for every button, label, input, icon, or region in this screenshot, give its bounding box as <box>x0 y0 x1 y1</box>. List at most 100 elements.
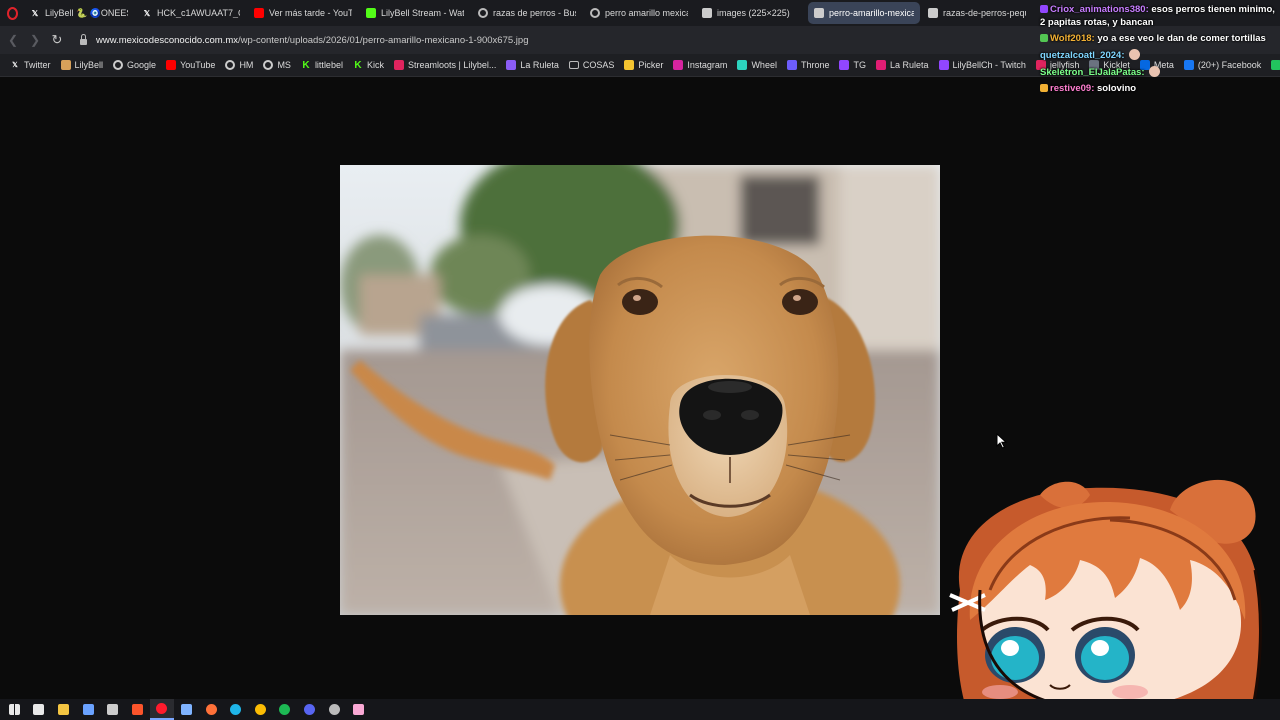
discord-icon <box>303 704 315 715</box>
opera-logo-icon[interactable] <box>0 0 24 26</box>
tab-2[interactable]: Ver más tarde - YouTube <box>248 2 358 24</box>
tab-list: 𝕏 LilyBell 🐍 🧿ONEESHI en : 𝕏 HCK_c1AWUAAT7_… <box>24 2 1054 24</box>
ruleta-icon <box>875 60 886 70</box>
chat-message: restive09: solovino <box>1040 83 1276 96</box>
windows-start-icon <box>8 704 20 715</box>
youtube-icon <box>166 60 177 70</box>
windows-taskbar <box>0 699 1280 720</box>
twitch-icon <box>938 60 949 70</box>
tab-title: razas-de-perros-pequeno <box>943 8 1026 18</box>
bookmark-7[interactable]: K Kick <box>349 60 390 71</box>
taskbar-edge-button[interactable] <box>223 699 248 720</box>
taskbar-windows-start-button[interactable] <box>2 699 27 720</box>
bookmark-label: Picker <box>638 60 664 70</box>
tab-title: LilyBell 🐍 🧿ONEESHI en : <box>45 7 128 18</box>
bookmark-11[interactable]: Picker <box>620 60 669 70</box>
bookmark-17[interactable]: LilyBellCh - Twitch <box>935 60 1032 70</box>
bookmark-10[interactable]: COSAS <box>565 60 621 70</box>
tab-title: razas de perros - Buscar c <box>493 8 576 18</box>
tab-title: perro-amarillo-mexicano <box>829 8 914 18</box>
tab-6[interactable]: images (225×225) <box>696 2 806 24</box>
taskbar-firefox-button[interactable] <box>199 699 224 720</box>
settings-icon <box>82 704 94 715</box>
bookmark-13[interactable]: Wheel <box>733 60 783 70</box>
bookmark-label: littlebel <box>314 60 343 70</box>
tab-3[interactable]: LilyBell Stream - Watch Li <box>360 2 470 24</box>
taskbar-widgets-button[interactable] <box>27 699 52 720</box>
tab-title: images (225×225) <box>717 8 790 18</box>
page-icon <box>928 8 938 18</box>
bookmark-16[interactable]: La Ruleta <box>872 60 935 70</box>
chat-message: Skeletron_ElJalaPatas: <box>1040 65 1276 80</box>
lilybell-icon <box>60 60 71 70</box>
tab-0[interactable]: 𝕏 LilyBell 🐍 🧿ONEESHI en : <box>24 2 134 24</box>
chat-username: Criox_animations380 <box>1050 4 1146 15</box>
app-icon <box>353 704 365 715</box>
bookmark-12[interactable]: Instagram <box>669 60 733 70</box>
bookmark-label: HM <box>239 60 254 70</box>
instagram-icon <box>673 60 684 70</box>
bookmark-label: Streamloots | Lilybel... <box>407 60 497 70</box>
tab-title: HCK_c1AWUAAT7_Q (1920 <box>157 8 240 18</box>
bookmark-14[interactable]: Throne <box>783 60 836 70</box>
kick-icon: K <box>302 59 310 71</box>
lock-icon[interactable] <box>74 29 92 51</box>
chat-badge-icon <box>1040 5 1048 13</box>
taskbar-settings-button[interactable] <box>76 699 101 720</box>
file-explorer-icon <box>57 704 69 715</box>
tab-5[interactable]: perro amarillo mexicano <box>584 2 694 24</box>
bookmark-0[interactable]: 𝕏 Twitter <box>6 60 57 70</box>
tab-8[interactable]: razas-de-perros-pequeno <box>922 2 1032 24</box>
opera-icon <box>156 703 168 714</box>
mouse-cursor-icon <box>996 433 1008 449</box>
bookmark-label: YouTube <box>180 60 216 70</box>
bookmark-label: Instagram <box>687 60 728 70</box>
taskbar-app-button[interactable] <box>346 699 371 720</box>
taskbar-obs-button[interactable] <box>322 699 347 720</box>
url-field[interactable]: www.mexicodesconocido.com.mx/wp-content/… <box>96 35 528 46</box>
bookmark-label: La Ruleta <box>889 60 929 70</box>
forward-button[interactable]: ❯ <box>24 29 46 51</box>
taskbar-opera-button[interactable] <box>149 699 175 720</box>
bookmark-6[interactable]: Klittlebel <box>297 59 349 71</box>
taskbar-brave-button[interactable] <box>125 699 150 720</box>
taskbar-discord-button[interactable] <box>297 699 322 720</box>
taskbar-app-button[interactable] <box>100 699 125 720</box>
bookmark-1[interactable]: LilyBell <box>57 60 110 70</box>
chat-message: quetzalcoatl_2024: <box>1040 48 1276 63</box>
x-icon: 𝕏 <box>31 8 39 18</box>
back-button[interactable]: ❮ <box>2 29 24 51</box>
tab-7[interactable]: perro-amarillo-mexicano <box>808 2 920 24</box>
app-icon <box>107 704 119 715</box>
google-icon <box>225 60 236 70</box>
twitch-icon <box>839 60 850 70</box>
tab-4[interactable]: razas de perros - Buscar c <box>472 2 582 24</box>
bookmark-label: Wheel <box>751 60 777 70</box>
bookmark-5[interactable]: MS <box>259 60 297 70</box>
taskbar-file-explorer-button[interactable] <box>51 699 76 720</box>
tab-title: LilyBell Stream - Watch Li <box>381 8 464 18</box>
bookmark-2[interactable]: Google <box>109 60 162 70</box>
kick-icon <box>366 8 376 18</box>
chrome-icon <box>254 704 266 715</box>
bookmark-label: Throne <box>800 60 830 70</box>
notepad-icon <box>180 704 192 715</box>
url-host: www.mexicodesconocido.com.mx <box>96 34 239 46</box>
chat-username: quetzalcoatl_2024 <box>1040 49 1122 61</box>
bookmark-3[interactable]: YouTube <box>162 60 221 70</box>
bookmark-9[interactable]: La Ruleta <box>502 60 565 70</box>
widgets-icon <box>33 704 45 715</box>
taskbar-notepad-button[interactable] <box>174 699 199 720</box>
google-icon <box>263 60 274 70</box>
taskbar-chrome-button[interactable] <box>248 699 273 720</box>
reload-button[interactable]: ↻ <box>46 29 68 51</box>
taskbar-spotify-button[interactable] <box>273 699 298 720</box>
bookmark-4[interactable]: HM <box>221 60 259 70</box>
dog-image <box>340 165 940 615</box>
bookmark-label: La Ruleta <box>520 60 559 70</box>
tab-1[interactable]: 𝕏 HCK_c1AWUAAT7_Q (1920 <box>136 2 246 24</box>
bookmark-label: TG <box>853 60 866 70</box>
bookmark-8[interactable]: Streamloots | Lilybel... <box>390 60 502 70</box>
chat-text: yo a ese veo le dan de comer tortillas <box>1097 32 1266 44</box>
bookmark-15[interactable]: TG <box>835 60 872 70</box>
